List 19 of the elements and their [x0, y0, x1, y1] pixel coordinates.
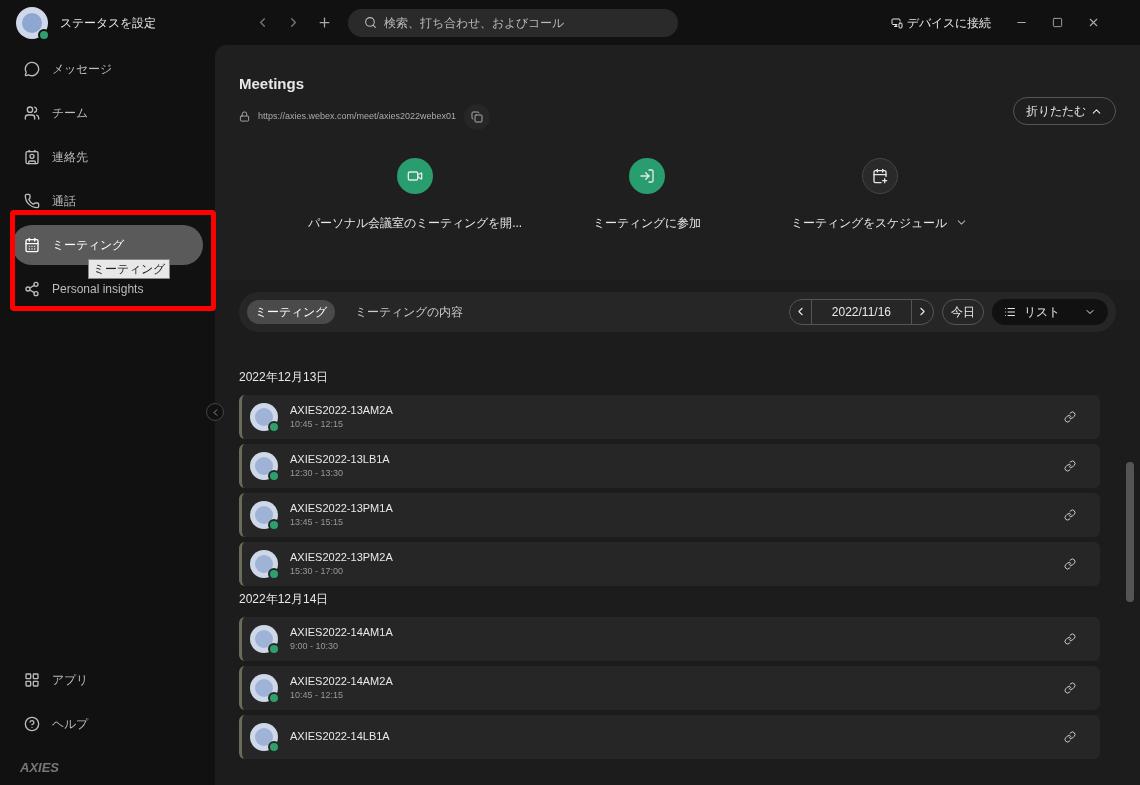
tooltip: ミーティング	[88, 259, 170, 279]
meeting-time: 10:45 - 12:15	[290, 689, 345, 702]
meeting-url: https://axies.webex.com/meet/axies2022webex01	[258, 109, 457, 123]
meeting-title: AXIES2022-13LB1A	[290, 451, 391, 467]
meeting-title: AXIES2022-13PM2A	[290, 549, 394, 565]
meeting-time: 10:45 - 12:15	[290, 418, 345, 431]
meeting-title: AXIES2022-13PM1A	[290, 500, 394, 516]
meeting-title: AXIES2022-14LB1A	[290, 729, 391, 745]
logo: AXIES	[19, 758, 60, 777]
meeting-time: 15:30 - 17:00	[290, 565, 345, 578]
meeting-time: 13:45 - 15:15	[290, 516, 345, 529]
meeting-time: 9:00 - 10:30	[290, 640, 340, 653]
meeting-time: 12:30 - 13:30	[290, 467, 345, 480]
meeting-title: AXIES2022-14AM2A	[290, 673, 394, 689]
date-heading: 2022年12月14日	[239, 590, 330, 608]
meeting-title: AXIES2022-13AM2A	[290, 402, 394, 418]
meetings-title: Meetings	[239, 74, 305, 94]
meeting-title: AXIES2022-14AM1A	[290, 624, 394, 640]
date-heading: 2022年12月13日	[239, 368, 330, 386]
